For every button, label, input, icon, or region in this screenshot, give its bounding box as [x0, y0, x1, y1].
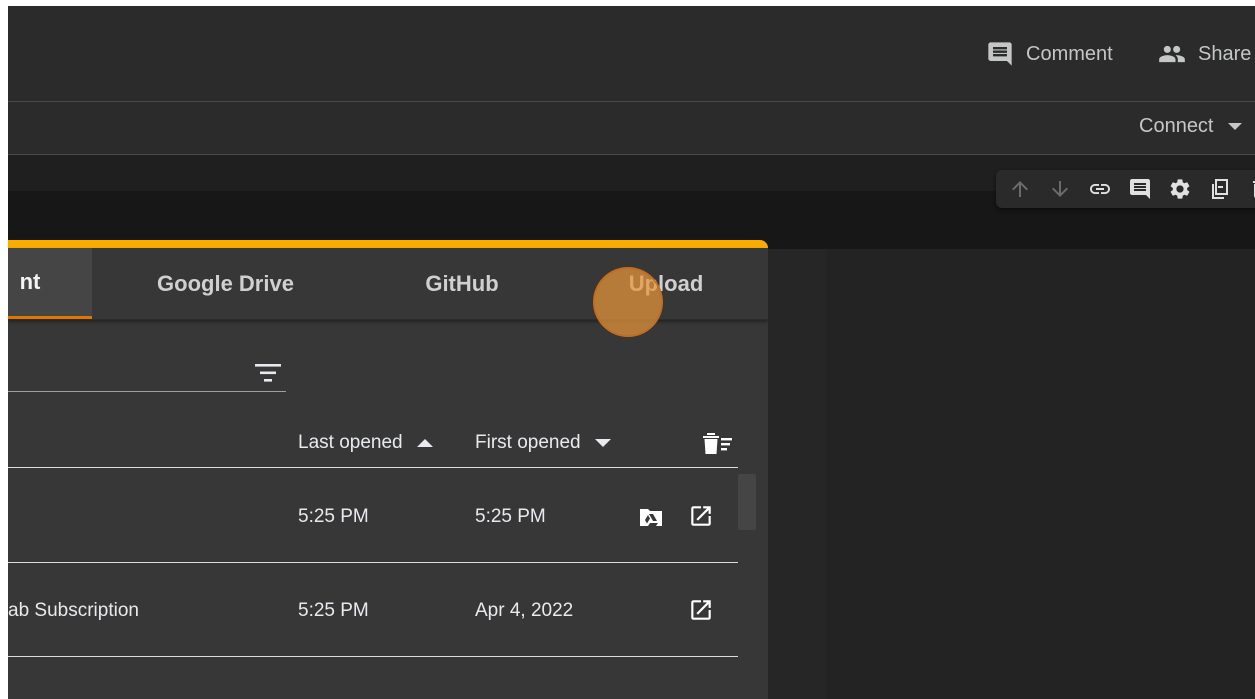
- open-in-new-icon[interactable]: [688, 597, 714, 623]
- arrow-up-icon: [1012, 181, 1028, 197]
- people-icon: [1159, 45, 1185, 63]
- scrollbar-thumb[interactable]: [738, 474, 756, 530]
- delete-icon: [1253, 181, 1255, 198]
- column-label: Last opened: [298, 432, 403, 453]
- open-notebook-dialog: nt Google Drive GitHub Upload: [8, 240, 768, 699]
- tab-label: Upload: [628, 270, 704, 296]
- delete-sort-icon[interactable]: [700, 430, 734, 456]
- row-first-opened: 5:25 PM: [475, 506, 546, 527]
- sort-ascending-icon: [416, 439, 433, 447]
- column-last-opened[interactable]: Last opened: [298, 432, 433, 454]
- dialog-accent-bar: [8, 240, 768, 248]
- filter-input[interactable]: [8, 356, 252, 388]
- mirror-cell-button[interactable]: [1206, 175, 1234, 203]
- row-divider: [8, 656, 738, 657]
- tab-upload[interactable]: Upload: [608, 248, 724, 319]
- chevron-down-icon: [1227, 123, 1242, 130]
- menu-bar: Connect: [8, 102, 1255, 155]
- notebook-panel: [826, 249, 1255, 699]
- link-button[interactable]: [1086, 175, 1114, 203]
- tab-recent[interactable]: nt: [8, 248, 92, 319]
- filter-underline: [8, 391, 286, 392]
- tab-label: nt: [19, 269, 41, 294]
- comment-button[interactable]: Comment: [986, 40, 1113, 68]
- link-icon: [1090, 184, 1110, 194]
- sort-descending-icon: [594, 439, 611, 447]
- delete-cell-button[interactable]: [1246, 175, 1255, 203]
- share-label: Share: [1198, 42, 1252, 65]
- cell-comment-button[interactable]: [1126, 175, 1154, 203]
- cell-settings-button[interactable]: [1166, 175, 1194, 203]
- cell-toolbar: [996, 170, 1255, 208]
- connect-button[interactable]: Connect: [1139, 115, 1242, 138]
- tab-google-drive[interactable]: Google Drive: [138, 248, 313, 319]
- mirror-cell-icon: [1212, 179, 1228, 199]
- gear-icon: [1170, 179, 1190, 199]
- dialog-tabs: nt Google Drive GitHub Upload: [8, 248, 768, 320]
- row-divider: [8, 562, 738, 563]
- notebook-background: [768, 249, 1255, 699]
- header-divider: [8, 467, 738, 468]
- connect-label: Connect: [1139, 115, 1214, 137]
- share-button[interactable]: Share: [1158, 40, 1251, 68]
- arrow-down-icon: [1052, 181, 1068, 197]
- row-first-opened: Apr 4, 2022: [475, 600, 574, 621]
- tab-label: Google Drive: [157, 270, 294, 296]
- move-down-button[interactable]: [1046, 175, 1074, 203]
- comment-label: Comment: [1026, 42, 1113, 65]
- tab-label: GitHub: [425, 270, 499, 296]
- comment-icon: [988, 42, 1012, 66]
- tab-github[interactable]: GitHub: [408, 248, 516, 319]
- row-last-opened: 5:25 PM: [298, 600, 369, 621]
- row-last-opened: 5:25 PM: [298, 506, 369, 527]
- drive-folder-icon[interactable]: [638, 504, 664, 530]
- row-title[interactable]: ab Subscription: [8, 600, 139, 622]
- open-in-new-icon[interactable]: [688, 503, 714, 529]
- comment-icon: [1130, 179, 1150, 199]
- move-up-button[interactable]: [1006, 175, 1034, 203]
- colab-app: Comment Share Connect nt Google Drive Gi…: [8, 6, 1255, 699]
- column-label: First opened: [475, 432, 581, 453]
- column-first-opened[interactable]: First opened: [475, 432, 611, 454]
- filter-icon[interactable]: [253, 361, 283, 385]
- header-bar: Comment Share: [8, 6, 1255, 102]
